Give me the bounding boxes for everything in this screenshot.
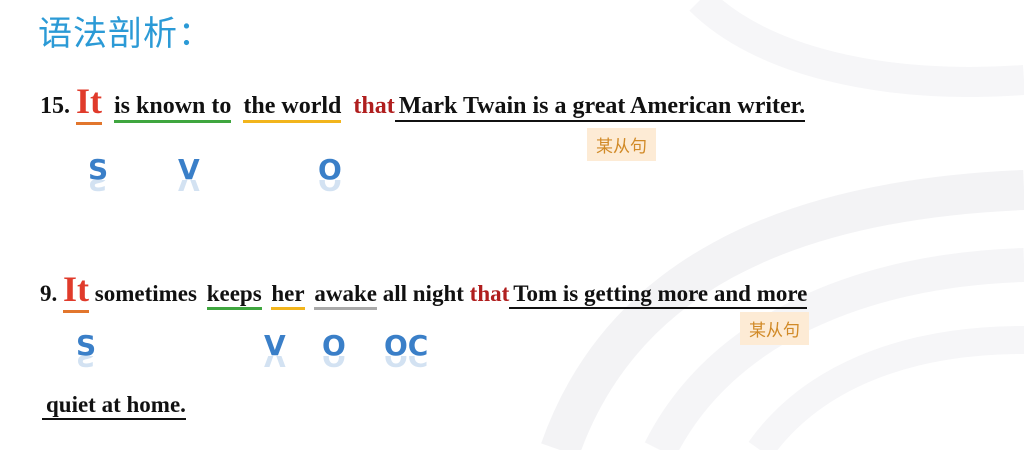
sentence-15: 15. It is known to the world that Mark Tw… xyxy=(40,80,806,125)
subject-it: It xyxy=(76,80,102,125)
background-swirl xyxy=(541,0,1024,450)
sentence-9: 9. It sometimes keeps her awake all nigh… xyxy=(40,268,808,313)
verb-phrase: is known to xyxy=(114,93,232,123)
role-o-label: OO xyxy=(322,329,346,371)
that-word: that xyxy=(469,281,510,306)
object-word: her xyxy=(271,281,305,310)
role-oc-label: OCOC xyxy=(384,329,429,371)
time-phrase: all night xyxy=(382,281,464,306)
subject-it: It xyxy=(63,268,89,313)
object-complement: awake xyxy=(314,281,377,310)
sentence-number: 15. xyxy=(40,93,70,119)
clause-tag: 某从句 xyxy=(740,312,809,345)
sentence-number: 9. xyxy=(40,281,58,306)
role-o-label: OO xyxy=(318,153,342,195)
subject-clause: Mark Twain is a great American writer. xyxy=(394,93,806,122)
adverb-word: sometimes xyxy=(94,281,197,306)
subject-clause: Tom is getting more and more xyxy=(509,281,808,309)
role-s-label: SS xyxy=(88,153,109,195)
clause-tag: 某从句 xyxy=(587,128,656,161)
verb-word: keeps xyxy=(206,281,262,310)
role-v-label: VV xyxy=(264,329,286,371)
that-word: that xyxy=(353,93,395,119)
clause-continuation: quiet at home. xyxy=(42,392,186,420)
role-s-label: SS xyxy=(76,329,97,371)
sentence-9-continuation: quiet at home. xyxy=(42,392,186,420)
role-v-label: VV xyxy=(178,153,200,195)
object-phrase: the world xyxy=(243,93,342,123)
page-title: 语法剖析： xyxy=(38,14,213,54)
